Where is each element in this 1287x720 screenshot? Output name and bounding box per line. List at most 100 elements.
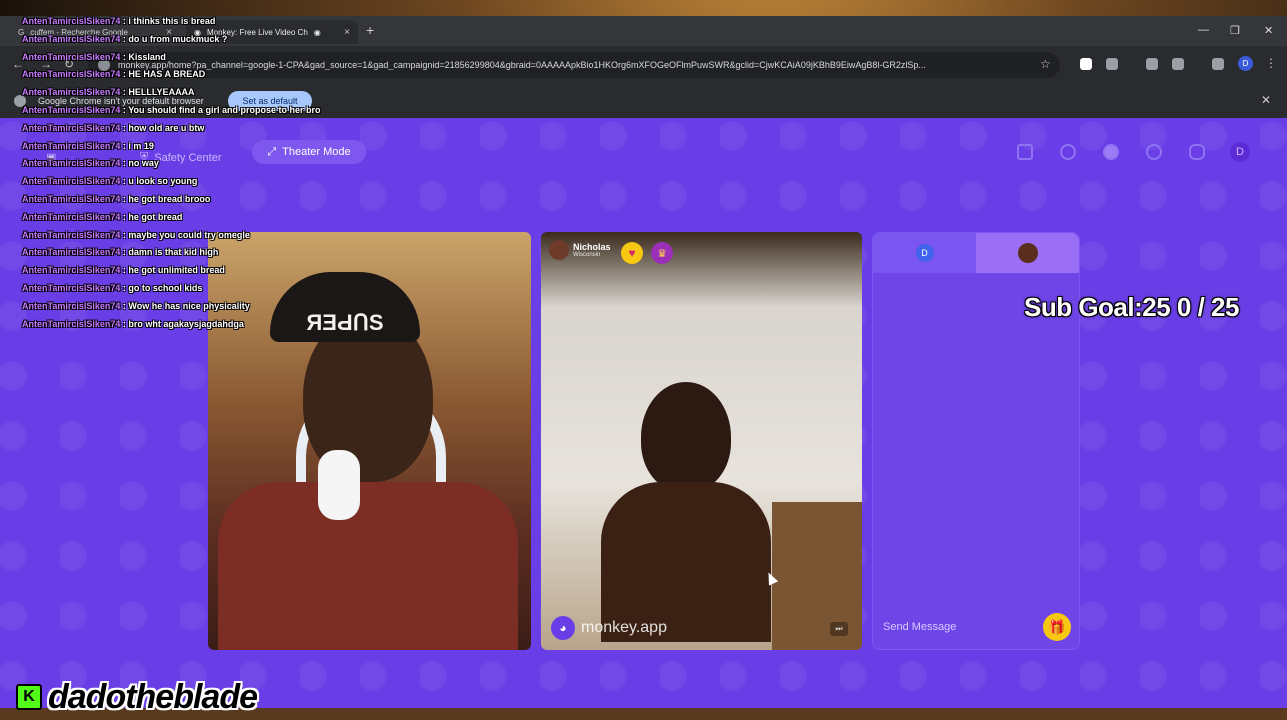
chat-username: AntenTamircisISiken74 (22, 300, 121, 311)
chat-text: : damn is that kid high (122, 247, 219, 258)
microphone (318, 450, 360, 520)
chat-text: : Kissland (122, 51, 166, 62)
chat-text: : i thinks this is bread (122, 16, 216, 26)
chat-bubble-icon[interactable] (1189, 144, 1205, 160)
chat-line: AntenTamircisISiken74 : HELLLYEAAAA (22, 87, 382, 105)
extension-icon[interactable] (1080, 58, 1092, 70)
menu-dots-icon[interactable]: ⋮ (1265, 56, 1277, 70)
gift-icon[interactable]: 🎁 (1043, 613, 1071, 641)
chat-text: : i m 19 (122, 140, 154, 151)
chat-line: AntenTamircisISiken74 : bro wht agakaysj… (22, 319, 382, 337)
chat-username: AntenTamircisISiken74 (22, 16, 121, 26)
my-avatar: D (915, 244, 934, 262)
caller-tag: Nicholas Wisconsin (549, 240, 611, 260)
chat-username: AntenTamircisISiken74 (22, 51, 121, 62)
chat-username: AntenTamircisISiken74 (22, 318, 121, 329)
chat-text: : do u from muckmuck ? (122, 33, 228, 44)
close-window-icon[interactable]: ✕ (1264, 24, 1273, 37)
chat-line: AntenTamircisISiken74 : i m 19 (22, 141, 382, 159)
chat-line: AntenTamircisISiken74 : i thinks this is… (22, 16, 382, 34)
chat-text: : HE HAS A BREAD (122, 69, 206, 80)
watermark-label: monkey.app (581, 619, 667, 636)
sidebar-icon[interactable] (1172, 58, 1184, 70)
chat-line: AntenTamircisISiken74 : he got unlimited… (22, 265, 382, 283)
chat-line: AntenTamircisISiken74 : HE HAS A BREAD (22, 69, 382, 87)
user-avatar[interactable]: D (1230, 142, 1250, 162)
streamer-tag: K dadotheblade (16, 678, 258, 716)
chat-username: AntenTamircisISiken74 (22, 140, 121, 151)
chat-tabs: D (873, 233, 1079, 273)
close-icon[interactable]: ✕ (1261, 93, 1271, 107)
send-message-input[interactable] (881, 620, 1043, 634)
chat-username: AntenTamircisISiken74 (22, 122, 121, 133)
chat-text: : HELLLYEAAAA (122, 87, 195, 98)
puzzle-icon[interactable] (1106, 58, 1118, 70)
tab-partner-chat[interactable] (976, 233, 1079, 273)
person-shirt (218, 482, 518, 650)
chat-text: : he got bread (122, 211, 183, 222)
chat-username: AntenTamircisISiken74 (22, 211, 121, 222)
chat-line: AntenTamircisISiken74 : Kissland (22, 52, 382, 70)
chat-text: : he got unlimited bread (122, 265, 225, 276)
chat-username: AntenTamircisISiken74 (22, 69, 121, 80)
chat-line: AntenTamircisISiken74 : he got bread (22, 212, 382, 230)
caller-name: Nicholas (573, 242, 611, 252)
caller-avatar (549, 240, 569, 260)
tab-my-chat[interactable]: D (873, 233, 976, 273)
media-icon[interactable] (1212, 58, 1224, 70)
chat-text: : go to school kids (122, 282, 203, 293)
chat-username: AntenTamircisISiken74 (22, 229, 121, 240)
chat-line: AntenTamircisISiken74 : go to school kid… (22, 283, 382, 301)
nightstand (772, 502, 862, 650)
chat-line: AntenTamircisISiken74 : how old are u bt… (22, 123, 382, 141)
heart-badge-icon[interactable]: ♥ (621, 242, 643, 264)
shop-icon[interactable] (1017, 144, 1033, 160)
stream-chat-overlay: AntenTamircisISiken74 : i thinks this is… (22, 16, 382, 336)
chat-username: AntenTamircisISiken74 (22, 265, 121, 276)
bookmark-star-icon[interactable]: ☆ (1040, 57, 1051, 71)
chat-line: AntenTamircisISiken74 : u look so young (22, 176, 382, 194)
history-icon[interactable] (1146, 144, 1162, 160)
chat-text: : u look so young (122, 176, 198, 187)
chat-line: AntenTamircisISiken74 : he got bread bro… (22, 194, 382, 212)
kick-logo-icon: K (16, 684, 42, 710)
chat-username: AntenTamircisISiken74 (22, 176, 121, 187)
remote-person-head (641, 382, 731, 492)
chat-text: : bro wht agakaysjagdahdga (122, 318, 244, 329)
chat-username: AntenTamircisISiken74 (22, 104, 121, 115)
download-icon[interactable] (1146, 58, 1158, 70)
chat-text: : no way (122, 158, 159, 169)
remote-video: Nicholas Wisconsin ♥ ♛ ◕ monkey.app ⏭ (541, 232, 862, 650)
chat-line: AntenTamircisISiken74 : maybe you could … (22, 230, 382, 248)
chat-text: : Wow he has nice physicality (122, 300, 250, 311)
chat-line: AntenTamircisISiken74 : You should find … (22, 105, 382, 123)
reward-badge-icon[interactable]: ♛ (651, 242, 673, 264)
chat-text: : You should find a girl and propose to … (122, 104, 321, 115)
chat-text: : he got bread brooo (122, 193, 211, 204)
caller-location: Wisconsin (573, 252, 601, 258)
send-message-bar: 🎁 (873, 605, 1079, 649)
partner-avatar (1017, 243, 1038, 263)
chat-line: AntenTamircisISiken74 : no way (22, 158, 382, 176)
chat-username: AntenTamircisISiken74 (22, 193, 121, 204)
restore-icon[interactable]: ❐ (1230, 24, 1240, 37)
chat-username: AntenTamircisISiken74 (22, 33, 121, 44)
monkey-watermark: ◕ monkey.app (551, 616, 667, 640)
chat-username: AntenTamircisISiken74 (22, 158, 121, 169)
sub-goal-overlay: Sub Goal:25 0 / 25 (1024, 292, 1239, 322)
search-icon[interactable] (1060, 144, 1076, 160)
chat-text: : maybe you could try omegle (122, 229, 250, 240)
monkey-logo-icon: ◕ (551, 616, 575, 640)
chat-username: AntenTamircisISiken74 (22, 282, 121, 293)
minimize-icon[interactable]: — (1198, 24, 1209, 36)
skip-icon[interactable]: ⏭ (830, 622, 848, 636)
coin-icon[interactable] (1103, 144, 1119, 160)
chat-username: AntenTamircisISiken74 (22, 247, 121, 258)
chat-line: AntenTamircisISiken74 : do u from muckmu… (22, 34, 382, 52)
chat-text: : how old are u btw (122, 122, 205, 133)
chat-line: AntenTamircisISiken74 : damn is that kid… (22, 247, 382, 265)
chat-username: AntenTamircisISiken74 (22, 87, 121, 98)
profile-avatar[interactable]: D (1238, 56, 1253, 71)
streamer-name: dadotheblade (48, 678, 258, 716)
chat-line: AntenTamircisISiken74 : Wow he has nice … (22, 301, 382, 319)
